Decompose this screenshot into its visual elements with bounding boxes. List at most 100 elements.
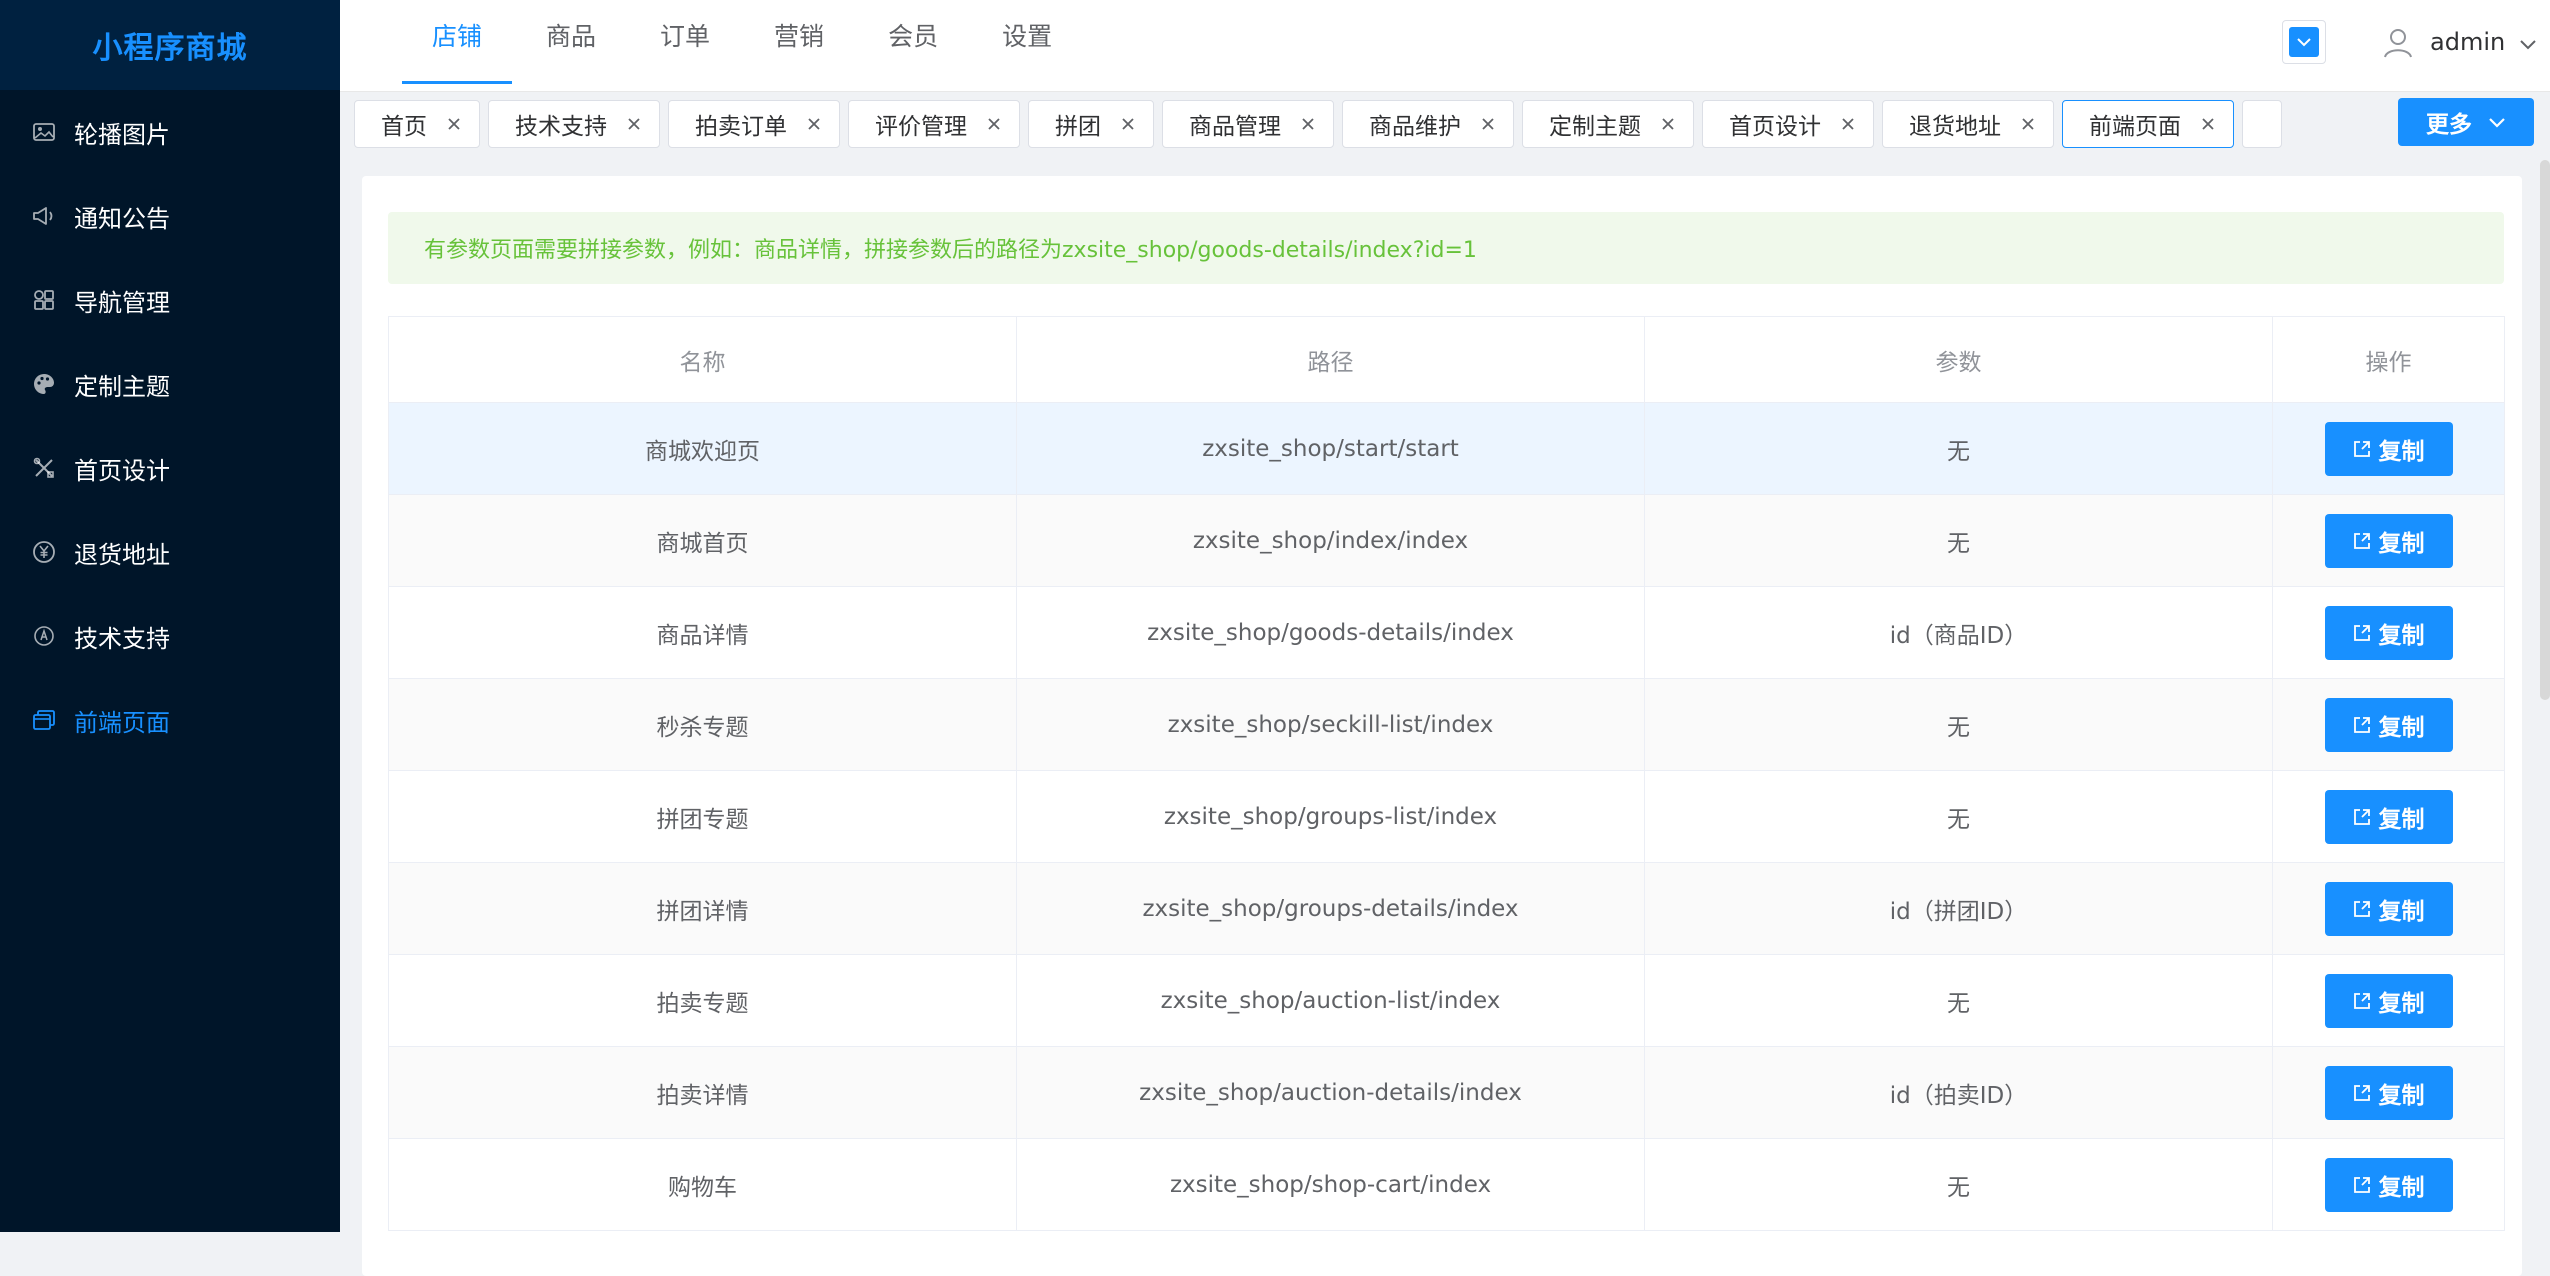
user-menu[interactable]: admin <box>2378 18 2537 66</box>
close-icon[interactable] <box>2017 113 2039 135</box>
cell-action: 复制 <box>2272 862 2505 955</box>
tools-icon <box>30 454 58 482</box>
table-body: 商城欢迎页 zxsite_shop/start/start 无 复制 商城首页 … <box>388 402 2505 1231</box>
close-icon[interactable] <box>1117 113 1139 135</box>
cell-action: 复制 <box>2272 678 2505 771</box>
cell-action: 复制 <box>2272 770 2505 863</box>
copy-button[interactable]: 复制 <box>2324 513 2453 568</box>
copy-button[interactable]: 复制 <box>2324 789 2453 844</box>
column-header: 路径 <box>1016 316 1645 403</box>
sidebar-item-carousel[interactable]: 轮播图片 <box>0 90 340 174</box>
tag-item[interactable]: 拍卖订单 <box>668 100 840 148</box>
table-row: 购物车 zxsite_shop/shop-cart/index 无 复制 <box>388 1138 2505 1231</box>
tag-label: 首页设计 <box>1729 114 1821 140</box>
tab-settings[interactable]: 设置 <box>970 0 1084 84</box>
chevron-down-icon <box>2289 27 2319 57</box>
table-row: 拼团专题 zxsite_shop/groups-list/index 无 复制 <box>388 770 2505 863</box>
tag-label: 拼团 <box>1055 114 1101 140</box>
copy-button[interactable]: 复制 <box>2324 605 2453 660</box>
copy-button[interactable]: 复制 <box>2324 421 2453 476</box>
close-icon[interactable] <box>2197 113 2219 135</box>
tag-label: 评价管理 <box>875 114 967 140</box>
copy-icon <box>2353 1176 2371 1194</box>
cell-path: zxsite_shop/start/start <box>1016 402 1645 495</box>
tab-marketing[interactable]: 营销 <box>742 0 856 84</box>
tag-item[interactable]: 商品维护 <box>1342 100 1514 148</box>
column-header: 操作 <box>2272 316 2505 403</box>
tab-shop[interactable]: 店铺 <box>400 0 514 84</box>
tag-item-active[interactable]: 前端页面 <box>2062 100 2234 148</box>
sidebar-menu: 轮播图片 通知公告 导航管理 定制主题 首页设计 退货地址 技术支持 前端页面 <box>0 90 340 762</box>
page-scrollbar[interactable] <box>2540 160 2550 700</box>
copy-button-label: 复制 <box>2378 622 2425 649</box>
sidebar-item-label: 首页设计 <box>74 456 170 485</box>
close-icon[interactable] <box>983 113 1005 135</box>
close-icon[interactable] <box>1657 113 1679 135</box>
tag-label: 前端页面 <box>2089 114 2181 140</box>
cell-path: zxsite_shop/index/index <box>1016 494 1645 587</box>
tab-goods[interactable]: 商品 <box>514 0 628 84</box>
chevron-down-icon <box>2519 28 2537 56</box>
tag-item[interactable]: 技术支持 <box>488 100 660 148</box>
copy-button[interactable]: 复制 <box>2324 973 2453 1028</box>
header-dropdown-toggle[interactable] <box>2282 20 2326 64</box>
tag-item[interactable]: 拼团 <box>1028 100 1154 148</box>
copy-button-label: 复制 <box>2378 438 2425 465</box>
table-header-row: 名称 路径 参数 操作 <box>388 316 2505 403</box>
tag-label: 首页 <box>381 114 427 140</box>
tag-item[interactable]: 首页 <box>354 100 480 148</box>
tag-item[interactable]: 首页设计 <box>1702 100 1874 148</box>
sidebar-item-tech-support[interactable]: 技术支持 <box>0 594 340 678</box>
cell-param: 无 <box>1644 494 2273 587</box>
cell-name: 拍卖详情 <box>388 1046 1017 1139</box>
table-row: 商城首页 zxsite_shop/index/index 无 复制 <box>388 494 2505 587</box>
more-button[interactable]: 更多 <box>2398 98 2534 146</box>
tag-item-overflow[interactable] <box>2242 100 2282 148</box>
tag-item[interactable]: 定制主题 <box>1522 100 1694 148</box>
sidebar-item-label: 通知公告 <box>74 204 170 233</box>
copy-button[interactable]: 复制 <box>2324 1157 2453 1212</box>
copy-icon <box>2353 532 2371 550</box>
sidebar-item-notice[interactable]: 通知公告 <box>0 174 340 258</box>
yen-circle-icon <box>30 538 58 566</box>
sidebar-item-label: 导航管理 <box>74 288 170 317</box>
cell-param: id（商品ID） <box>1644 586 2273 679</box>
sidebar-item-label: 退货地址 <box>74 540 170 569</box>
copy-button[interactable]: 复制 <box>2324 1065 2453 1120</box>
copy-button[interactable]: 复制 <box>2324 881 2453 936</box>
notice-alert: 有参数页面需要拼接参数，例如：商品详情，拼接参数后的路径为zxsite_shop… <box>388 212 2504 284</box>
copy-icon <box>2353 716 2371 734</box>
windows-icon <box>30 706 58 734</box>
copy-icon <box>2353 992 2371 1010</box>
copy-button[interactable]: 复制 <box>2324 697 2453 752</box>
tag-label: 退货地址 <box>1909 114 2001 140</box>
cell-path: zxsite_shop/groups-details/index <box>1016 862 1645 955</box>
close-icon[interactable] <box>803 113 825 135</box>
tag-item[interactable]: 商品管理 <box>1162 100 1334 148</box>
close-icon[interactable] <box>623 113 645 135</box>
cell-path: zxsite_shop/auction-details/index <box>1016 1046 1645 1139</box>
close-icon[interactable] <box>1297 113 1319 135</box>
tag-item[interactable]: 退货地址 <box>1882 100 2054 148</box>
sidebar-item-home-design[interactable]: 首页设计 <box>0 426 340 510</box>
tag-item[interactable]: 评价管理 <box>848 100 1020 148</box>
tab-members[interactable]: 会员 <box>856 0 970 84</box>
sidebar-item-theme[interactable]: 定制主题 <box>0 342 340 426</box>
copy-button-label: 复制 <box>2378 1174 2425 1201</box>
copy-button-label: 复制 <box>2378 714 2425 741</box>
close-icon[interactable] <box>443 113 465 135</box>
sidebar-item-return-address[interactable]: 退货地址 <box>0 510 340 594</box>
cell-param: 无 <box>1644 1138 2273 1231</box>
grid-icon <box>30 286 58 314</box>
tab-orders[interactable]: 订单 <box>628 0 742 84</box>
sidebar-item-navigation[interactable]: 导航管理 <box>0 258 340 342</box>
close-icon[interactable] <box>1837 113 1859 135</box>
cell-action: 复制 <box>2272 1046 2505 1139</box>
tag-label: 商品管理 <box>1189 114 1281 140</box>
username: admin <box>2430 28 2506 56</box>
routes-table: 名称 路径 参数 操作 商城欢迎页 zxsite_shop/start/star… <box>388 316 2505 1231</box>
tags-scroll[interactable]: 首页 技术支持 拍卖订单 评价管理 拼团 商品管理 商品维护 定制主题 首页设计… <box>354 100 2364 148</box>
sidebar-item-frontend-pages[interactable]: 前端页面 <box>0 678 340 762</box>
cell-action: 复制 <box>2272 954 2505 1047</box>
close-icon[interactable] <box>1477 113 1499 135</box>
